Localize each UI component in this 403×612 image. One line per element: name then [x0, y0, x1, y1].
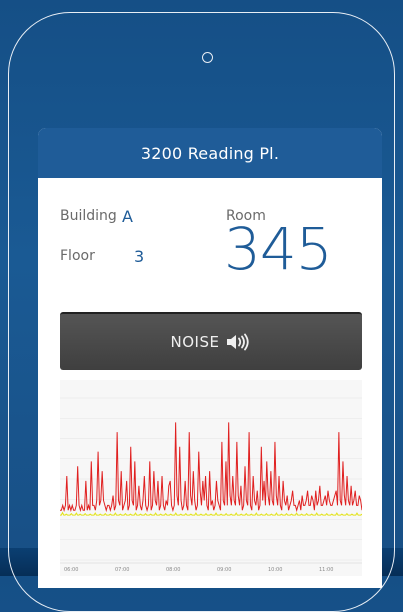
floor-value: 3: [134, 247, 145, 266]
x-tick-label: 11:00: [319, 567, 333, 573]
phone-camera-icon: [202, 52, 213, 63]
noise-level-line: [60, 422, 362, 513]
room-value: 345: [224, 215, 333, 283]
location-info: Building A Floor 3 Room 345: [38, 178, 382, 312]
speaker-volume-icon: [227, 333, 250, 351]
building-label: Building: [60, 208, 117, 224]
x-tick-label: 09:00: [217, 567, 231, 573]
app-screen: 3200 Reading Pl. Building A Floor 3 Room…: [38, 128, 382, 588]
noise-chart-svg: 06:00 07:00 08:00 09:00 10:00 11:00: [60, 397, 362, 573]
x-tick-label: 10:00: [268, 567, 282, 573]
x-tick-label: 06:00: [64, 567, 78, 573]
x-tick-label: 08:00: [166, 567, 180, 573]
app-header: 3200 Reading Pl.: [38, 128, 382, 178]
x-tick-label: 07:00: [115, 567, 129, 573]
noise-chart: 06:00 07:00 08:00 09:00 10:00 11:00: [60, 380, 362, 576]
baseline-line: [60, 511, 362, 516]
page-title: 3200 Reading Pl.: [140, 143, 280, 163]
floor-label: Floor: [60, 248, 95, 264]
noise-button[interactable]: NOISE: [60, 312, 362, 370]
noise-button-label: NOISE: [170, 333, 220, 351]
building-value: A: [122, 207, 133, 226]
